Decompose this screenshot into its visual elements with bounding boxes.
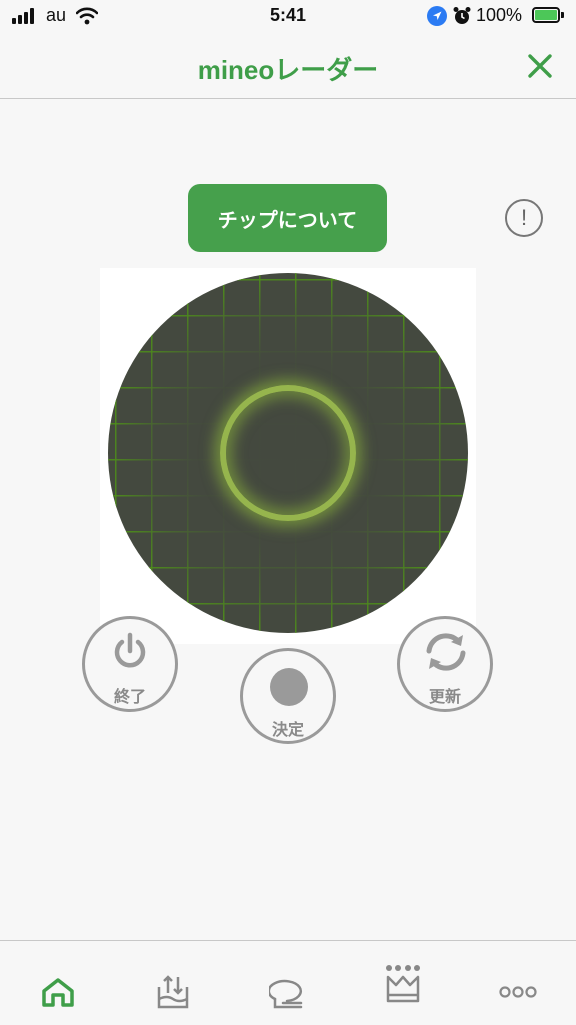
end-label: 終了 — [113, 689, 146, 706]
radar-display — [108, 273, 468, 633]
end-button[interactable]: 終了 — [82, 616, 178, 712]
tab-crown[interactable] — [345, 941, 460, 1025]
power-icon — [114, 632, 146, 668]
battery-icon — [532, 7, 560, 23]
close-button[interactable] — [522, 48, 558, 84]
location-icon — [427, 6, 447, 26]
record-dot-icon — [270, 668, 308, 706]
refresh-label: 更新 — [428, 689, 461, 706]
battery-cap — [561, 12, 564, 18]
tab-bar — [0, 940, 576, 1025]
chat-icon — [268, 979, 302, 1009]
battery-percent: 100% — [476, 5, 523, 25]
data-transfer-icon — [157, 975, 188, 1009]
header: mineoレーダー — [0, 34, 576, 99]
alarm-icon — [453, 7, 471, 24]
refresh-button[interactable]: 更新 — [397, 616, 493, 712]
tab-more[interactable] — [460, 941, 575, 1025]
refresh-icon — [426, 633, 466, 671]
more-icon — [498, 986, 537, 998]
home-icon — [41, 978, 74, 1007]
close-icon — [528, 54, 552, 78]
crown-icon — [385, 965, 420, 1003]
tip-info-button[interactable]: チップについて — [188, 184, 387, 252]
radar-signal-ring — [220, 385, 356, 521]
confirm-button[interactable]: 決定 — [240, 648, 336, 744]
page-title: mineoレーダー — [197, 55, 379, 85]
tab-data-transfer[interactable] — [115, 941, 230, 1025]
confirm-label: 決定 — [271, 722, 304, 739]
tab-home[interactable] — [0, 941, 115, 1025]
status-bar: au 5:41 100% — [0, 0, 576, 34]
info-button[interactable]: ! — [505, 199, 543, 237]
exclamation-icon: ! — [520, 205, 528, 230]
tab-chat[interactable] — [230, 941, 345, 1025]
